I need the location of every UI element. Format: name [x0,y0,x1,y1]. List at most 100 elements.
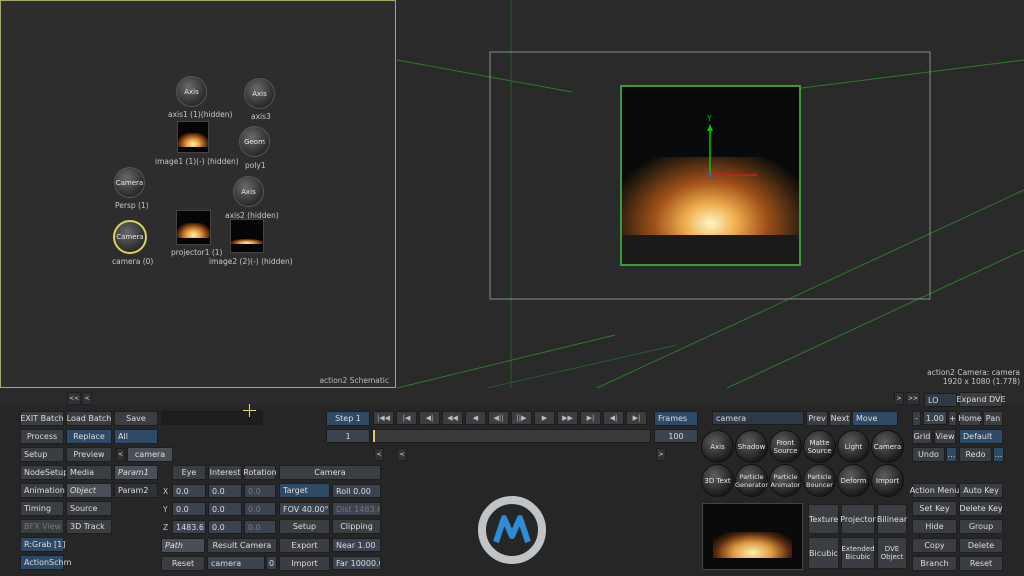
setup-menu[interactable]: Setup [20,447,64,462]
node-camera-selected[interactable]: Camera [113,220,147,254]
node-camera-persp[interactable]: Camera [114,167,145,198]
preview-button[interactable]: Preview [66,447,112,462]
home-button[interactable]: Home [958,411,982,426]
animation-menu[interactable]: Animation [20,483,65,498]
projector-button[interactable]: Projector [840,504,876,534]
param2-tab[interactable]: Param2 [114,483,158,498]
copy-button[interactable]: Copy [912,538,957,553]
delete-key-button[interactable]: Delete Key [959,501,1003,516]
interest-x-field[interactable]: 0.0 [208,484,242,498]
node-axis2[interactable]: Axis [233,176,264,207]
result-camera-button[interactable]: Result Camera [207,538,277,553]
interest-header[interactable]: Interest [208,465,242,480]
timing-menu[interactable]: Timing [20,501,64,516]
node-geom-poly1[interactable]: Geom [239,126,270,157]
auto-key-button[interactable]: Auto Key [959,483,1003,498]
scroll-left-button[interactable]: < [82,392,92,405]
scroll-right-fast-button[interactable]: >> [906,392,920,405]
action-menu-button[interactable]: Action Menu [910,483,959,498]
add-3d-text-button[interactable]: 3D Text [701,464,734,497]
scroll-left-fast-button[interactable]: << [67,392,81,405]
play-icon[interactable]: ▶ [534,411,555,425]
timeline-scroll-right-icon[interactable]: > [656,448,666,461]
delete-button[interactable]: Delete [959,538,1003,553]
reset-camera-button[interactable]: Reset [161,556,205,571]
path-toggle[interactable]: Path [161,538,205,553]
interest-y-field[interactable]: 0.0 [208,502,242,516]
view-button[interactable]: View [934,429,956,444]
camera-header[interactable]: Camera [279,465,381,480]
prev-key-icon[interactable]: |◀ [396,411,417,425]
clipping-button[interactable]: Clipping [332,519,381,534]
rotation-z-field[interactable]: 0.0 [244,520,276,534]
rotation-header[interactable]: Rotation [243,465,277,480]
undo-list-button[interactable]: ... [946,447,957,462]
3d-track-button[interactable]: 3D Track [66,519,112,534]
step-forward-icon[interactable]: ||▶ [511,411,532,425]
branch-button[interactable]: Branch [912,556,957,571]
add-front-source-button[interactable]: Front Source [769,430,802,463]
go-end-icon[interactable]: ▶| [626,411,647,425]
node-image1-thumbnail[interactable] [177,121,209,153]
end-frame-field[interactable]: 100 [654,429,698,443]
step-button[interactable]: Step 1 [326,411,370,426]
move-mode-button[interactable]: Move [852,411,898,426]
interest-z-field[interactable]: 0.0 [208,520,242,534]
load-batch-button[interactable]: Load Batch [66,411,112,426]
zoom-field[interactable]: 1.00 [923,411,947,425]
add-particle-generator-button[interactable]: Particle Generator [735,464,768,497]
next-frame-icon[interactable]: ▶| [580,411,601,425]
add-camera-button[interactable]: Camera [871,430,904,463]
bicubic-button[interactable]: Bicubic [808,537,839,569]
set-key-button[interactable]: Set Key [912,501,957,516]
undo-button[interactable]: Undo [912,447,945,462]
eye-y-field[interactable]: 0.0 [172,502,206,516]
expand-dve-button[interactable]: Expand DVE [957,392,1006,407]
node-axis3[interactable]: Axis [244,78,275,109]
step-back-icon[interactable]: ◀|| [488,411,509,425]
timeline-playhead[interactable] [373,430,375,442]
save-button[interactable]: Save [114,411,158,426]
next-key-icon[interactable]: ◀| [603,411,624,425]
add-light-button[interactable]: Light [837,430,870,463]
texture-button[interactable]: Texture [808,504,839,534]
axis-gizmo[interactable] [397,0,1024,388]
lo-field[interactable]: LO [924,393,957,407]
bfx-view-button[interactable]: BFX View [20,519,64,534]
bilinear-button[interactable]: Bilinear [877,504,907,534]
eye-x-field[interactable]: 0.0 [172,484,206,498]
add-matte-source-button[interactable]: Matte Source [803,430,836,463]
scroll-right-button[interactable]: > [894,392,904,405]
go-start-icon[interactable]: |◀◀ [373,411,394,425]
export-button[interactable]: Export [279,538,330,553]
fast-forward-icon[interactable]: ▶▶ [557,411,578,425]
tab-camera[interactable]: camera [127,447,173,462]
redo-list-button[interactable]: ... [993,447,1004,462]
prev-object-button[interactable]: Prev [806,411,828,426]
node-axis1[interactable]: Axis [176,76,207,107]
tab-left-arrow-icon[interactable]: < [116,448,125,461]
near-field[interactable]: Near 1.00 [332,538,381,552]
object-name-field[interactable]: camera [712,411,804,425]
frames-label[interactable]: Frames [654,411,698,426]
fov-field[interactable]: FOV 40.00° [279,502,330,516]
reset-button[interactable]: Reset [959,556,1003,571]
eye-header[interactable]: Eye [172,465,206,480]
timeline-scroll-left2-icon[interactable]: < [397,448,407,461]
3d-viewport[interactable]: Y action2 Camera: camera 1920 x 1080 (1.… [397,0,1024,388]
add-shadow-button[interactable]: Shadow [735,430,768,463]
node-projector-thumbnail[interactable] [176,210,211,245]
extended-bicubic-button[interactable]: Extended Bicubic [841,537,875,569]
rewind-icon[interactable]: ◀◀ [442,411,463,425]
schematic-view[interactable]: Axis axis1 (1)(hidden) Axis axis3 image1… [0,0,396,388]
hide-button[interactable]: Hide [912,519,957,534]
eye-z-field[interactable]: 1483.6 [172,520,206,534]
camera-name-field[interactable]: camera [207,556,265,570]
timeline-scroll-left-icon[interactable]: < [374,448,384,461]
rgrab-button[interactable]: R:Grab [1] [20,537,65,552]
far-field[interactable]: Far 10000.00 [332,556,381,570]
action-schematic-button[interactable]: ActionSchm [20,555,71,570]
param1-tab[interactable]: Param1 [114,465,158,480]
pan-button[interactable]: Pan [983,411,1003,426]
dve-object-button[interactable]: DVE Object [877,537,907,569]
